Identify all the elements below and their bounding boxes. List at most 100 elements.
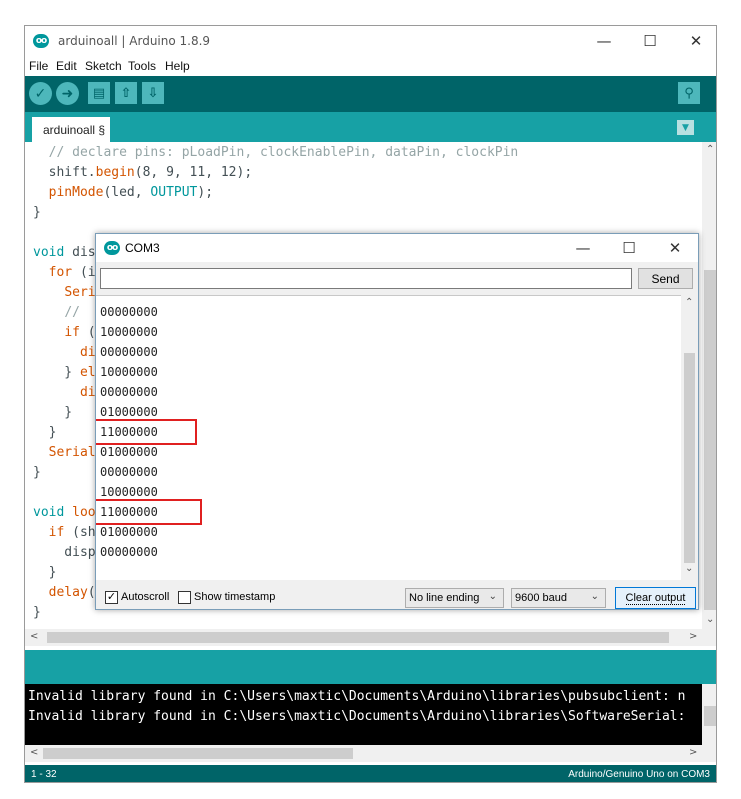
code-token: }: [33, 605, 41, 620]
scroll-right-icon[interactable]: >: [689, 631, 697, 642]
menu-help[interactable]: Help: [165, 59, 190, 73]
code-token: }: [33, 205, 41, 220]
menu-sketch[interactable]: Sketch: [85, 59, 122, 73]
serial-vertical-scrollbar[interactable]: ⌃ ⌄: [681, 295, 698, 579]
serial-title-bar[interactable]: oo COM3 — ☐ ✕: [96, 234, 698, 262]
serial-monitor-window: oo COM3 — ☐ ✕ Send 00000000 10000000 00000…: [95, 233, 699, 610]
console-line: Invalid library found in C:\Users\maxtic…: [28, 689, 686, 704]
console-scroll-right-icon[interactable]: >: [689, 747, 697, 758]
editor-hscroll-thumb[interactable]: [47, 632, 669, 643]
autoscroll-checkbox[interactable]: ✓: [105, 591, 118, 604]
tab-menu-icon[interactable]: ▼: [677, 120, 694, 135]
console-hscroll-thumb[interactable]: [43, 748, 353, 759]
menu-tools[interactable]: Tools: [128, 59, 156, 73]
console-horizontal-scrollbar[interactable]: < >: [25, 745, 716, 762]
serial-line: 00000000: [100, 545, 158, 559]
chevron-down-icon: ⌄: [488, 591, 497, 602]
code-token: // declare pins: pLoadPin, clockEnablePi…: [48, 145, 519, 160]
menu-edit[interactable]: Edit: [56, 59, 77, 73]
serial-monitor-icon[interactable]: ⚲: [678, 82, 700, 104]
maximize-icon[interactable]: ☐: [627, 26, 673, 56]
serial-output[interactable]: 00000000 10000000 00000000 10000000 00000000…: [96, 295, 681, 580]
code-token: pinMode: [48, 185, 104, 200]
baud-rate-select[interactable]: 9600 baud ⌄: [511, 588, 606, 608]
code-token: delay: [48, 585, 88, 600]
chevron-down-icon: ⌄: [590, 591, 599, 602]
scroll-up-icon[interactable]: ⌃: [706, 144, 714, 155]
serial-line: 00000000: [100, 305, 158, 319]
serial-line: 10000000: [100, 365, 158, 379]
serial-input[interactable]: [100, 268, 632, 289]
code-token: void: [33, 245, 65, 260]
serial-window-title: COM3: [125, 241, 160, 255]
line-ending-select[interactable]: No line ending ⌄: [405, 588, 504, 608]
code-token: OUTPUT: [150, 185, 198, 200]
code-token: (8, 9, 11, 12);: [134, 165, 253, 180]
upload-icon[interactable]: ➜: [56, 82, 79, 105]
menu-bar: File Edit Sketch Tools Help: [25, 56, 716, 76]
code-token: el: [79, 365, 96, 380]
code-token: di: [79, 385, 96, 400]
code-token: di: [79, 345, 96, 360]
serial-scroll-up-icon[interactable]: ⌃: [685, 297, 693, 308]
serial-bottom-bar: ✓ Autoscroll Show timestamp No line endi…: [96, 581, 698, 609]
code-token: for: [48, 265, 73, 280]
clear-output-label: Clear output: [625, 591, 686, 605]
toolbar: ✓ ➜ ▤ ⇧ ⇩ ⚲: [25, 76, 716, 112]
editor-horizontal-scrollbar[interactable]: < >: [25, 629, 716, 646]
code-token: shift.: [33, 165, 96, 180]
menu-file[interactable]: File: [29, 59, 48, 73]
editor-scroll-thumb[interactable]: [704, 270, 716, 610]
code-token: void: [33, 505, 65, 520]
close-icon[interactable]: ✕: [673, 26, 716, 56]
show-timestamp-checkbox[interactable]: [178, 591, 191, 604]
autoscroll-label: Autoscroll: [121, 591, 170, 603]
tab-bar: arduinoall § ▼: [25, 112, 716, 142]
code-token: dis: [64, 245, 96, 260]
save-sketch-icon[interactable]: ⇩: [142, 82, 164, 104]
serial-minimize-icon[interactable]: —: [560, 234, 606, 262]
verify-icon[interactable]: ✓: [29, 82, 52, 105]
serial-line: 00000000: [100, 345, 158, 359]
scroll-down-icon[interactable]: ⌄: [706, 614, 714, 625]
code-token: if: [64, 325, 80, 340]
serial-maximize-icon[interactable]: ☐: [606, 234, 652, 262]
console-scroll-thumb[interactable]: [704, 706, 716, 726]
code-line: // declare pins: pLoadPin, clockEnablePi…: [33, 143, 702, 163]
serial-line: 01000000: [100, 525, 158, 539]
arduino-logo-icon: oo: [104, 241, 120, 255]
serial-scroll-down-icon[interactable]: ⌄: [685, 563, 693, 574]
show-timestamp-label: Show timestamp: [194, 591, 276, 603]
baud-rate-value: 9600 baud: [515, 592, 567, 604]
ide-title-bar[interactable]: oo arduinoall | Arduino 1.8.9 — ☐ ✕: [25, 26, 716, 56]
scroll-left-icon[interactable]: <: [30, 631, 38, 642]
serial-close-icon[interactable]: ✕: [652, 234, 698, 262]
new-sketch-icon[interactable]: ▤: [88, 82, 110, 104]
minimize-icon[interactable]: —: [581, 26, 627, 56]
tab-arduinoall[interactable]: arduinoall §: [32, 117, 111, 142]
console-scroll-left-icon[interactable]: <: [30, 747, 38, 758]
serial-scroll-thumb[interactable]: [684, 353, 695, 563]
code-token: loo: [72, 505, 96, 520]
code-token: if: [48, 525, 65, 540]
clear-output-button[interactable]: Clear output: [615, 587, 696, 609]
editor-vertical-scrollbar[interactable]: ⌃ ⌄: [702, 142, 716, 629]
serial-line: 00000000: [100, 385, 158, 399]
open-sketch-icon[interactable]: ⇧: [115, 82, 137, 104]
code-token: );: [197, 185, 214, 200]
code-token: }: [33, 465, 41, 480]
code-token: begin: [95, 165, 135, 180]
send-button[interactable]: Send: [638, 268, 693, 289]
line-ending-value: No line ending: [409, 592, 480, 604]
code-token: //: [64, 305, 88, 320]
code-line: shift.begin(8, 9, 11, 12);: [33, 163, 702, 183]
code-token: (: [79, 325, 96, 340]
